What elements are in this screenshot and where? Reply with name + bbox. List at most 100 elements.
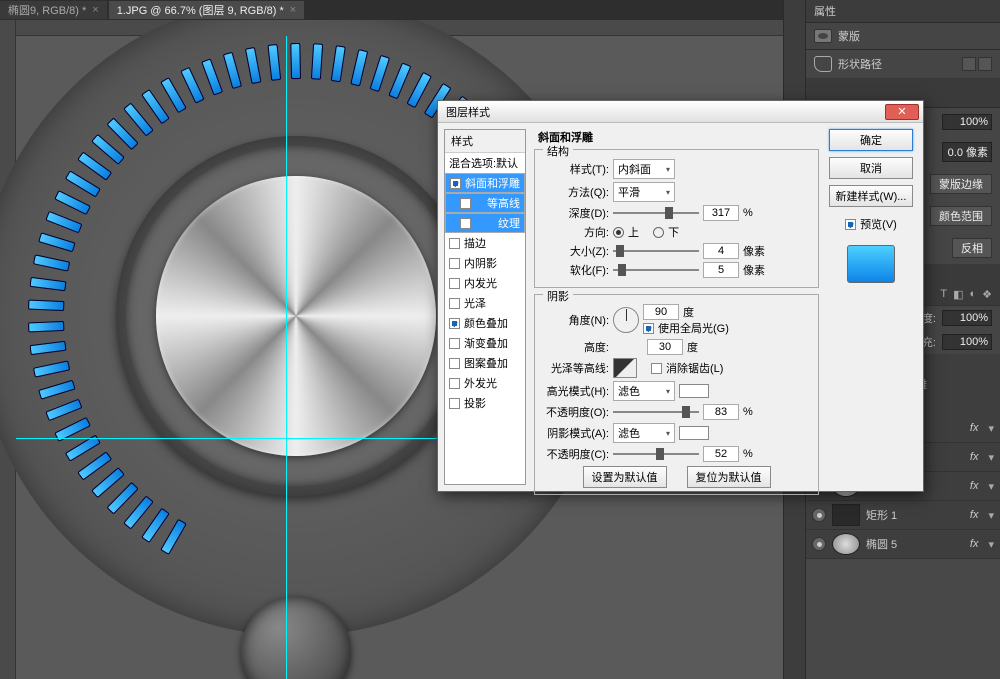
- style-item-0[interactable]: 斜面和浮雕: [445, 173, 525, 193]
- soften-slider[interactable]: [613, 264, 699, 276]
- fx-badge[interactable]: fx: [970, 480, 979, 492]
- reset-default-button[interactable]: 复位为默认值: [687, 466, 771, 488]
- mask-edge-button[interactable]: 蒙版边缘: [930, 174, 992, 194]
- style-item-6[interactable]: 光泽: [445, 293, 525, 313]
- visibility-toggle[interactable]: [812, 508, 826, 522]
- layer-row[interactable]: 矩形 1fx▾: [806, 501, 1000, 530]
- shading-fieldset: 阴影 角度(N): 90度 使用全局光(G) 高度:30度 光泽等高线:消除锯齿…: [534, 294, 819, 495]
- style-checkbox[interactable]: [449, 338, 460, 349]
- feather-value[interactable]: 0.0 像素: [942, 142, 992, 162]
- shading-legend: 阴影: [543, 288, 573, 304]
- style-checkbox[interactable]: [449, 378, 460, 389]
- contour-picker[interactable]: [613, 358, 637, 378]
- fx-badge[interactable]: fx: [970, 422, 979, 434]
- shape-path-icon: [814, 56, 832, 72]
- chevron-down-icon[interactable]: ▾: [988, 480, 994, 493]
- filter-icon[interactable]: ◐: [969, 288, 976, 301]
- new-style-button[interactable]: 新建样式(W)...: [829, 185, 913, 207]
- visibility-toggle[interactable]: [812, 537, 826, 551]
- document-tab-0[interactable]: 椭圆9, RGB/8) *×: [0, 1, 107, 19]
- style-checkbox[interactable]: [449, 358, 460, 369]
- filter-icon[interactable]: ❖: [982, 288, 992, 301]
- layer-row[interactable]: 椭圆 5fx▾: [806, 530, 1000, 559]
- shadow-opacity-slider[interactable]: [613, 448, 699, 460]
- guide-vertical[interactable]: [286, 36, 287, 679]
- style-checkbox[interactable]: [449, 278, 460, 289]
- style-item-1[interactable]: 等高线: [445, 193, 525, 213]
- color-range-button[interactable]: 颜色范围: [930, 206, 992, 226]
- method-select[interactable]: 平滑▾: [613, 182, 675, 202]
- depth-input[interactable]: 317: [703, 205, 739, 221]
- style-item-2[interactable]: 纹理: [445, 213, 525, 233]
- style-checkbox[interactable]: [460, 198, 471, 209]
- close-button[interactable]: ✕: [885, 104, 919, 120]
- style-item-10[interactable]: 外发光: [445, 373, 525, 393]
- filter-icon[interactable]: ◧: [953, 288, 963, 301]
- invert-button[interactable]: 反相: [952, 238, 992, 258]
- chevron-down-icon[interactable]: ▾: [988, 451, 994, 464]
- angle-input[interactable]: 90: [643, 304, 679, 320]
- style-checkbox[interactable]: [449, 318, 460, 329]
- path-op-icon[interactable]: [978, 57, 992, 71]
- layer-thumbnail[interactable]: [832, 504, 860, 526]
- altitude-input[interactable]: 30: [647, 339, 683, 355]
- fx-badge[interactable]: fx: [970, 451, 979, 463]
- global-light-checkbox[interactable]: [643, 323, 654, 334]
- shadow-mode-select[interactable]: 滤色▾: [613, 423, 675, 443]
- fill-input[interactable]: 100%: [942, 334, 992, 350]
- document-tab-1[interactable]: 1.JPG @ 66.7% (图层 9, RGB/8) *×: [109, 1, 305, 19]
- styles-header[interactable]: 样式: [445, 130, 525, 153]
- style-checkbox[interactable]: [449, 238, 460, 249]
- size-slider[interactable]: [613, 245, 699, 257]
- highlight-opacity-input[interactable]: 83: [703, 404, 739, 420]
- blend-options-item[interactable]: 混合选项:默认: [445, 153, 525, 173]
- depth-slider[interactable]: [613, 207, 699, 219]
- highlight-mode-select[interactable]: 滤色▾: [613, 381, 675, 401]
- fx-badge[interactable]: fx: [970, 538, 979, 550]
- soften-input[interactable]: 5: [703, 262, 739, 278]
- properties-panel-header[interactable]: 属性: [806, 0, 1000, 23]
- style-checkbox[interactable]: [460, 218, 471, 229]
- preview-checkbox[interactable]: [845, 219, 856, 230]
- set-default-button[interactable]: 设置为默认值: [583, 466, 667, 488]
- size-input[interactable]: 4: [703, 243, 739, 259]
- cancel-button[interactable]: 取消: [829, 157, 913, 179]
- type-filter-icon[interactable]: T: [940, 288, 947, 301]
- path-op-icon[interactable]: [962, 57, 976, 71]
- chevron-down-icon[interactable]: ▾: [988, 538, 994, 551]
- highlight-opacity-slider[interactable]: [613, 406, 699, 418]
- style-item-5[interactable]: 内发光: [445, 273, 525, 293]
- style-item-8[interactable]: 渐变叠加: [445, 333, 525, 353]
- shadow-color-swatch[interactable]: [679, 426, 709, 440]
- style-item-3[interactable]: 描边: [445, 233, 525, 253]
- style-checkbox[interactable]: [449, 398, 460, 409]
- highlight-color-swatch[interactable]: [679, 384, 709, 398]
- mask-row[interactable]: 蒙版: [806, 23, 1000, 49]
- direction-down-radio[interactable]: [653, 227, 664, 238]
- style-checkbox[interactable]: [449, 258, 460, 269]
- antialias-checkbox[interactable]: [651, 363, 662, 374]
- chevron-down-icon[interactable]: ▾: [988, 422, 994, 435]
- density-value[interactable]: 100%: [942, 114, 992, 130]
- style-item-4[interactable]: 内阴影: [445, 253, 525, 273]
- style-item-9[interactable]: 图案叠加: [445, 353, 525, 373]
- opacity-input[interactable]: 100%: [942, 310, 992, 326]
- mask-icon: [814, 29, 832, 43]
- close-icon[interactable]: ×: [92, 4, 98, 16]
- close-icon[interactable]: ×: [290, 4, 296, 16]
- shape-path-row[interactable]: 形状路径: [806, 49, 1000, 78]
- ok-button[interactable]: 确定: [829, 129, 913, 151]
- angle-control[interactable]: [613, 307, 639, 333]
- direction-up-radio[interactable]: [613, 227, 624, 238]
- style-checkbox[interactable]: [449, 298, 460, 309]
- style-item-11[interactable]: 投影: [445, 393, 525, 413]
- style-select[interactable]: 内斜面▾: [613, 159, 675, 179]
- shadow-opacity-input[interactable]: 52: [703, 446, 739, 462]
- dialog-titlebar[interactable]: 图层样式 ✕: [438, 101, 923, 123]
- chevron-down-icon[interactable]: ▾: [988, 509, 994, 522]
- layer-thumbnail[interactable]: [832, 533, 860, 555]
- fx-badge[interactable]: fx: [970, 509, 979, 521]
- style-checkbox[interactable]: [450, 178, 461, 189]
- structure-fieldset: 结构 样式(T):内斜面▾ 方法(Q):平滑▾ 深度(D):317% 方向:上 …: [534, 149, 819, 288]
- style-item-7[interactable]: 颜色叠加: [445, 313, 525, 333]
